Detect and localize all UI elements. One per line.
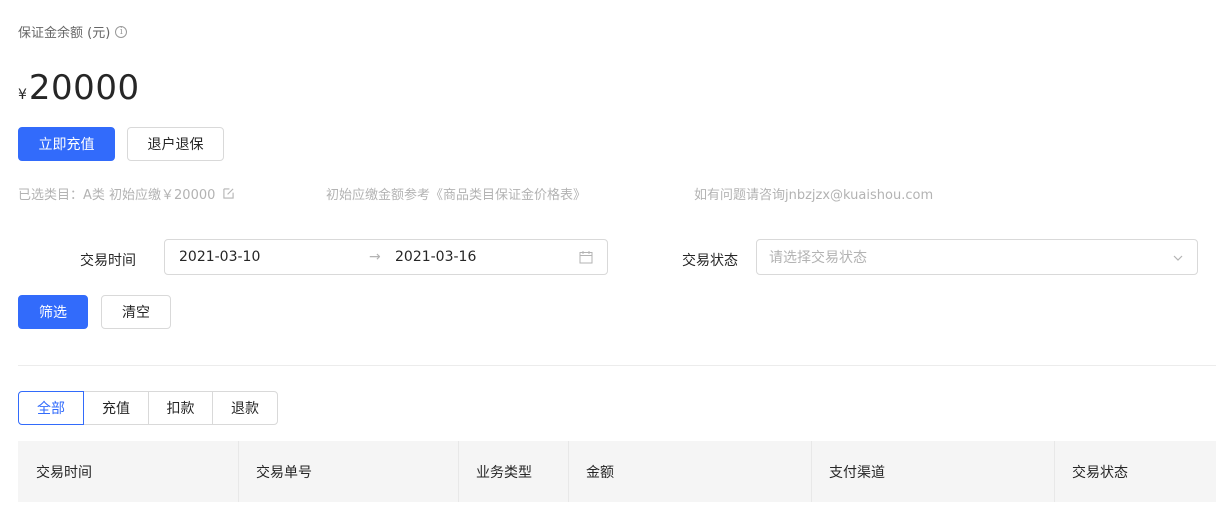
status-filter-label: 交易状态: [682, 253, 738, 269]
column-header: 交易单号: [238, 441, 458, 502]
balance-amount: ¥ 20000: [18, 68, 140, 108]
column-header: 金额: [568, 441, 811, 502]
status-placeholder: 请选择交易状态: [769, 250, 867, 266]
calendar-icon[interactable]: [579, 250, 593, 264]
section-divider: [18, 365, 1216, 366]
currency-symbol: ¥: [18, 87, 27, 103]
transaction-type-tabs: 全部 充值 扣款 退款: [18, 391, 278, 425]
category-info: 已选类目：A类 初始应缴￥20000: [18, 184, 235, 203]
range-arrow-icon: →: [369, 249, 381, 265]
withdraw-button[interactable]: 退户退保: [127, 127, 224, 161]
start-date-input[interactable]: 2021-03-10: [179, 249, 260, 265]
tab-deduction[interactable]: 扣款: [148, 391, 213, 425]
contact-info: 如有问题请咨询jnbzjzx@kuaishou.com: [694, 188, 934, 203]
edit-icon[interactable]: [223, 188, 235, 199]
column-header: 交易时间: [36, 464, 92, 481]
filter-button[interactable]: 筛选: [18, 295, 88, 329]
tab-recharge[interactable]: 充值: [83, 391, 149, 425]
clear-button[interactable]: 清空: [101, 295, 171, 329]
category-text: 已选类目：A类 初始应缴￥20000: [18, 188, 216, 203]
reference-info: 初始应缴金额参考《商品类目保证金价格表》: [326, 188, 587, 203]
balance-label: 保证金余额 (元) i: [18, 22, 128, 41]
column-header: 支付渠道: [811, 441, 1054, 502]
end-date-input[interactable]: 2021-03-16: [395, 249, 476, 265]
time-filter-label: 交易时间: [80, 253, 136, 269]
recharge-button[interactable]: 立即充值: [18, 127, 115, 161]
tab-all[interactable]: 全部: [18, 391, 84, 425]
status-select[interactable]: 请选择交易状态: [756, 239, 1198, 275]
info-icon[interactable]: i: [115, 25, 128, 38]
tab-refund[interactable]: 退款: [212, 391, 278, 425]
chevron-down-icon: [1173, 255, 1183, 261]
balance-label-text: 保证金余额 (元): [18, 26, 111, 41]
table-header: 交易时间 交易单号 业务类型 金额 支付渠道 交易状态: [18, 441, 1216, 502]
column-header: 业务类型: [458, 441, 568, 502]
date-range-picker[interactable]: 2021-03-10 → 2021-03-16: [164, 239, 608, 275]
balance-value: 20000: [28, 68, 140, 108]
column-header: 交易状态: [1054, 441, 1216, 502]
transaction-table: 交易时间 交易单号 业务类型 金额 支付渠道 交易状态: [18, 441, 1216, 502]
